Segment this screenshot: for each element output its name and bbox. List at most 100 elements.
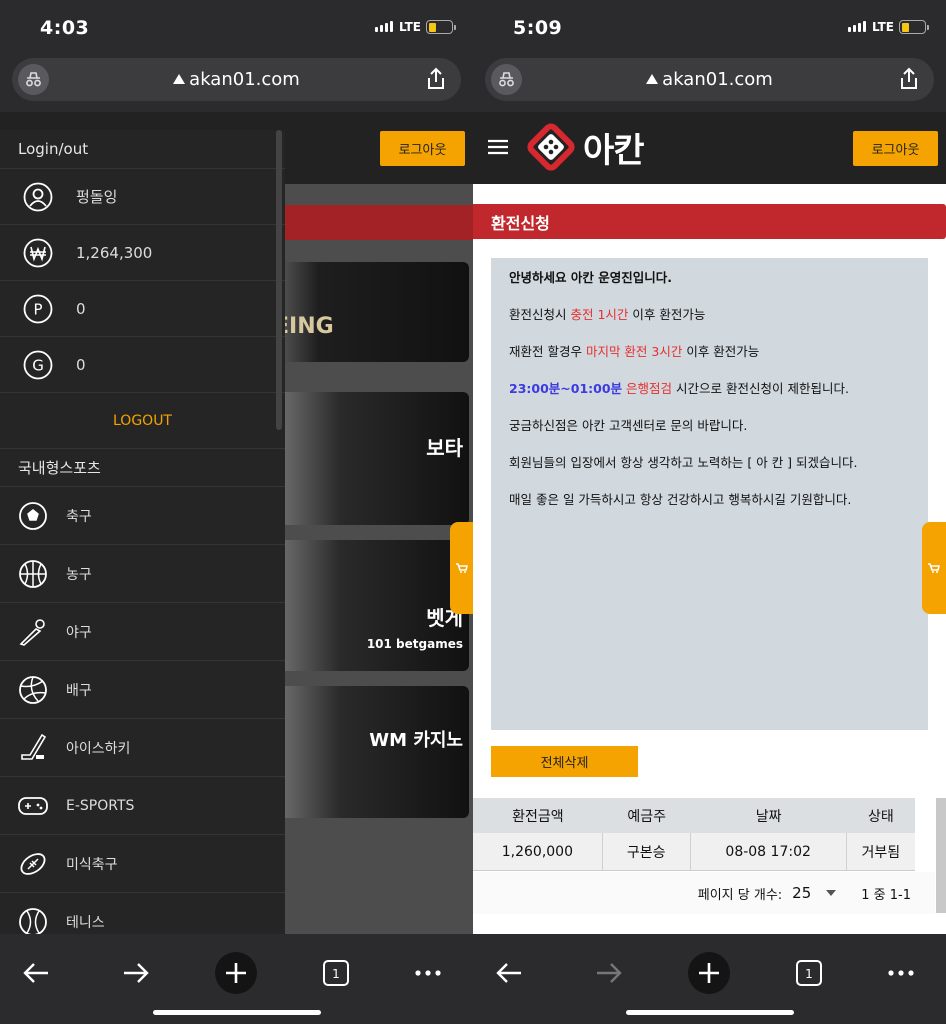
game-banner[interactable]: 벳게 101 betgames [254,540,469,671]
username-row: 펑돌잉 [0,168,285,224]
back-arrow-icon[interactable] [484,948,534,998]
new-tab-button[interactable] [211,948,261,998]
table-row[interactable]: 1,260,000 구본승 08-08 17:02 거부됨 [473,833,915,871]
new-tab-button[interactable] [684,948,734,998]
notice-line: 궁금하신점은 아칸 고객센터로 문의 바랍니다. [509,418,748,433]
sport-item-baseball[interactable]: 야구 [0,602,285,660]
tab-count: 1 [805,967,813,981]
notice-line: 환전신청시 충전 1시간 이후 환전가능 [509,307,910,346]
balance-row: 1,264,300 [0,224,285,280]
cart-icon[interactable] [922,522,946,614]
sport-item-icehockey[interactable]: 아이스하키 [0,718,285,776]
address-bar[interactable]: akan01.com [12,58,461,101]
brand-logo[interactable]: 아칸 [525,121,645,173]
tabs-button[interactable]: 1 [311,948,361,998]
dropdown-caret-icon [826,890,837,896]
soccer-ball-icon [0,501,66,531]
url-text[interactable]: akan01.com [173,69,300,90]
sport-label: 배구 [66,682,92,699]
logout-button[interactable]: 로그아웃 [380,131,465,166]
tab-count: 1 [332,967,340,981]
right-screenshot: 5:09 LTE akan01.com 아칸 로그아웃 환전신청 안녕하세요 아… [473,0,946,1024]
logout-link[interactable]: LOGOUT [0,392,285,448]
browser-toolbar: 1 [473,934,946,1024]
notice-line: 재환전 할경우 마지막 환전 3시간 이후 환전가능 [509,344,910,383]
url-label: akan01.com [662,69,773,90]
battery-icon [899,20,929,34]
col-header-amount[interactable]: 환전금액 [473,798,603,833]
notice-line: 회원님들의 입장에서 항상 생각하고 노력하는 [ 아 칸 ] 되겠습니다. [509,455,858,470]
warning-icon [173,74,186,84]
sport-item-volleyball[interactable]: 배구 [0,660,285,718]
sport-label: E-SPORTS [66,797,135,814]
volleyball-icon [0,675,66,705]
table-scrollbar[interactable] [936,798,946,913]
svg-text:P: P [33,300,42,318]
section-sports: 국내형스포츠 [0,448,285,486]
sport-label: 야구 [66,624,92,641]
gamepad-icon [0,794,66,818]
share-icon[interactable] [425,67,447,95]
g-value: 0 [76,355,86,374]
network-label: LTE [398,20,421,34]
pagination: 페이지 당 개수: 25 1 중 1-1 [473,872,935,914]
sport-label: 미식축구 [66,856,118,873]
col-header-date[interactable]: 날짜 [691,798,847,833]
address-bar[interactable]: akan01.com [485,58,934,101]
per-page-value: 25 [792,884,812,902]
cart-icon[interactable] [450,522,473,614]
clock: 4:03 [40,17,90,39]
page-title: 환전신청 [473,204,946,239]
sport-item-basketball[interactable]: 농구 [0,544,285,602]
signal-icon [375,21,393,32]
game-banner[interactable]: WM 카지노 [254,686,469,818]
cell-date: 08-08 17:02 [691,833,847,870]
notice-time: 23:00분~01:00분 [509,381,623,396]
notice-box: 안녕하세요 아칸 운영진입니다. 환전신청시 충전 1시간 이후 환전가능 재환… [491,258,928,730]
notice-text: 이후 환전가능 [628,307,706,322]
col-header-status[interactable]: 상태 [847,798,915,833]
scrollbar[interactable] [276,130,282,430]
url-text[interactable]: akan01.com [646,69,773,90]
sport-item-tennis[interactable]: 테니스 [0,892,285,934]
g-row: G0 [0,336,285,392]
more-menu-icon[interactable] [876,948,926,998]
withdrawal-table: 환전금액 예금주 날짜 상태 1,260,000 구본승 08-08 17:02… [473,798,915,871]
notice-line: 매일 좋은 일 가득하시고 항상 건강하시고 행복하시길 기원합니다. [509,492,852,507]
forward-arrow-icon[interactable] [111,948,161,998]
private-mode-icon[interactable] [18,64,49,95]
col-header-holder[interactable]: 예금주 [603,798,691,833]
basketball-icon [0,559,66,589]
browser-toolbar: 1 [0,934,473,1024]
more-menu-icon[interactable] [403,948,453,998]
delete-all-button[interactable]: 전체삭제 [491,746,638,777]
game-banner[interactable]: EING [254,262,469,362]
sport-label: 농구 [66,566,92,583]
status-bar: 5:09 LTE [473,0,946,56]
sport-item-soccer[interactable]: 축구 [0,486,285,544]
dice-logo-icon [527,123,575,171]
points: 0 [76,299,86,318]
back-arrow-icon[interactable] [11,948,61,998]
network-label: LTE [871,20,894,34]
share-icon[interactable] [898,67,920,95]
sport-label: 축구 [66,508,92,525]
section-login: Login/out [18,140,89,158]
game-banner[interactable]: 보타 [254,392,469,525]
sport-label: 테니스 [66,914,105,931]
notice-text: 이후 환전가능 [682,344,760,359]
username: 펑돌잉 [76,188,118,206]
tabs-button[interactable]: 1 [784,948,834,998]
baseball-bat-icon [0,617,66,647]
private-mode-icon[interactable] [491,64,522,95]
sport-item-esports[interactable]: E-SPORTS [0,776,285,834]
balance: 1,264,300 [76,243,153,262]
football-icon [0,849,66,879]
per-page-select[interactable]: 25 [792,884,837,902]
won-icon [0,238,76,268]
notice-text: 재환전 할경우 [509,344,586,359]
sport-item-football[interactable]: 미식축구 [0,834,285,892]
hamburger-menu-icon[interactable] [488,139,508,159]
url-label: akan01.com [189,69,300,90]
logout-button[interactable]: 로그아웃 [853,131,938,166]
